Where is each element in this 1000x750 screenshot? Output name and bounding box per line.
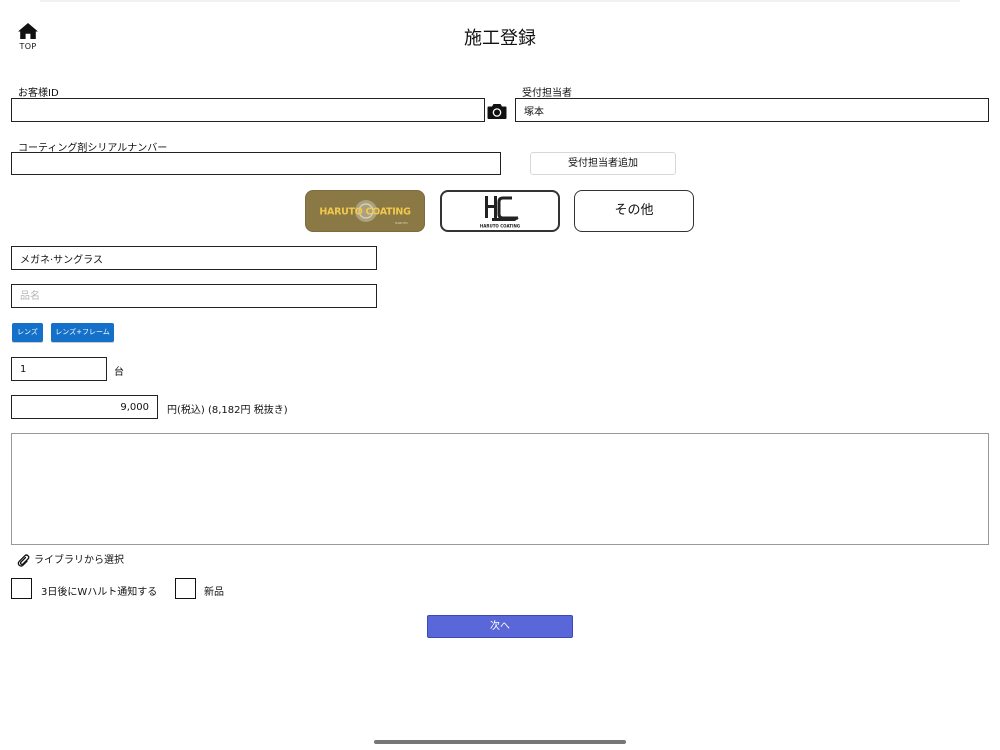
home-indicator[interactable] bbox=[374, 740, 626, 744]
product-name-input[interactable] bbox=[11, 284, 377, 308]
next-button[interactable]: 次へ bbox=[427, 615, 573, 638]
customer-id-label: お客様ID bbox=[18, 88, 59, 99]
quantity-unit: 台 bbox=[114, 367, 124, 378]
notify-label: 3日後にWハルト通知する bbox=[41, 587, 158, 598]
chip-lens[interactable]: レンズ bbox=[12, 323, 43, 342]
camera-button[interactable] bbox=[487, 102, 507, 120]
quantity-input[interactable] bbox=[11, 357, 107, 381]
page-title: 施工登録 bbox=[464, 28, 536, 49]
new-item-label: 新品 bbox=[204, 587, 224, 598]
brand-option-other[interactable]: その他 bbox=[574, 190, 694, 232]
serial-number-input[interactable] bbox=[11, 152, 501, 175]
staff-input[interactable] bbox=[515, 98, 989, 122]
price-tax-note: 円(税込) (8,182円 税抜き) bbox=[167, 405, 288, 416]
notify-checkbox[interactable] bbox=[11, 578, 32, 599]
svg-text:HARUTO: HARUTO bbox=[395, 221, 408, 225]
library-label: ライブラリから選択 bbox=[34, 555, 124, 566]
svg-text:HARUTO COATING: HARUTO COATING bbox=[480, 224, 520, 229]
paperclip-icon bbox=[17, 553, 30, 567]
new-item-checkbox[interactable] bbox=[175, 578, 196, 599]
library-select-button[interactable]: ライブラリから選択 bbox=[17, 551, 124, 567]
chip-lens-frame[interactable]: レンズ+フレーム bbox=[51, 323, 114, 342]
brand-option-haruto-gold[interactable]: HARUTO COATING HARUTO bbox=[305, 190, 425, 232]
svg-text:HARUTO COATING: HARUTO COATING bbox=[319, 207, 411, 218]
haruto-coating-logo: HARUTO COATING HARUTO bbox=[319, 200, 411, 225]
staff-label: 受付担当者 bbox=[522, 88, 572, 99]
add-staff-button[interactable]: 受付担当者追加 bbox=[530, 152, 676, 175]
price-input[interactable] bbox=[11, 395, 158, 419]
camera-icon bbox=[487, 104, 507, 119]
customer-id-input[interactable] bbox=[11, 98, 485, 122]
brand-option-hc[interactable]: HARUTO COATING bbox=[440, 190, 560, 232]
memo-textarea[interactable] bbox=[11, 433, 989, 545]
top-edge-divider bbox=[40, 0, 960, 2]
hc-logo: HARUTO COATING bbox=[480, 196, 520, 229]
category-input[interactable] bbox=[11, 246, 377, 270]
